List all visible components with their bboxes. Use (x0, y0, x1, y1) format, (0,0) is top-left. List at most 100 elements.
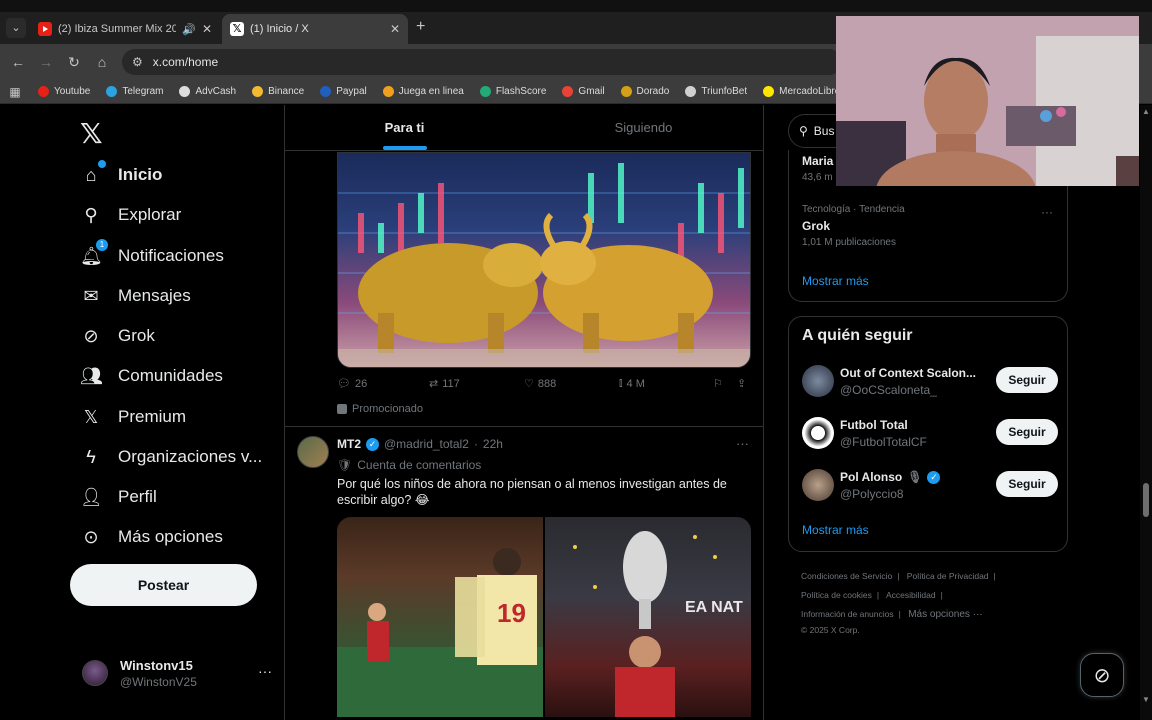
show-more-link[interactable]: Mostrar más (802, 523, 869, 537)
post-image-left[interactable]: 19 (337, 517, 543, 717)
tab-search-button[interactable]: ⌄ (6, 18, 26, 38)
scroll-up-icon[interactable]: ▲ (1142, 107, 1150, 116)
tab-for-you[interactable]: Para ti (285, 105, 524, 150)
more-dots-icon[interactable]: ··· (258, 663, 272, 679)
back-icon[interactable]: ← (4, 54, 32, 70)
close-tab-icon[interactable]: ✕ (202, 22, 212, 36)
more-circle-icon: ⊙ (83, 527, 99, 547)
browser-tab-youtube[interactable]: (2) Ibiza Summer Mix 2025 🔊 ✕ (30, 14, 220, 44)
close-tab-icon[interactable]: ✕ (390, 22, 400, 36)
tab-following[interactable]: Siguiendo (524, 105, 763, 150)
suggestion-handle: @Polyccio8 (840, 487, 904, 501)
trend-name[interactable]: Grok (802, 219, 830, 233)
nav-item-communities[interactable]: 👥︎ Comunidades (80, 356, 223, 396)
bookmark-label: TriunfoBet (701, 86, 748, 97)
right-sidebar: ⚲ Bus Maria 43,6 m Tecnología · Tendenci… (788, 105, 1068, 720)
address-bar[interactable]: ⚙ x.com/home (122, 49, 842, 75)
apps-grid-icon[interactable]: ▦ (0, 85, 30, 99)
bookmark-paypal[interactable]: Paypal (312, 86, 375, 97)
terms-link[interactable]: Condiciones de Servicio (801, 571, 892, 581)
home-icon[interactable]: ⌂ (88, 54, 116, 70)
reply-button[interactable]: 💬︎ 26 (337, 377, 367, 391)
new-tab-button[interactable]: + (416, 18, 425, 36)
promoted-label: Promocionado (337, 403, 423, 415)
avatar[interactable] (802, 469, 834, 501)
person-icon: 👤︎ (80, 487, 103, 507)
bookmark-label: Dorado (636, 86, 670, 97)
suggestion-name[interactable]: Futbol Total (840, 418, 908, 432)
show-more-link[interactable]: Mostrar más (802, 274, 869, 288)
accessibility-link[interactable]: Accesibilidad (886, 590, 936, 600)
scrollbar-thumb[interactable] (1143, 483, 1149, 517)
avatar[interactable] (802, 417, 834, 449)
more-options-link[interactable]: Más opciones ··· (908, 609, 982, 620)
forward-icon[interactable]: → (32, 54, 60, 70)
promoted-media-image[interactable] (337, 152, 751, 368)
follow-button[interactable]: Seguir (996, 471, 1058, 497)
suggestion-name[interactable]: Out of Context Scalon... (840, 366, 976, 380)
nav-item-grok[interactable]: ⊘ Grok (80, 316, 154, 356)
microphone-icon: 🎙︎ (907, 470, 923, 484)
account-switcher[interactable]: Winstonv15 @WinstonV25 ··· (82, 653, 272, 693)
trend-name[interactable]: Maria (802, 154, 833, 168)
bookmark-favicon-icon (179, 86, 191, 97)
suggestion-name[interactable]: Pol Alonso (840, 470, 902, 484)
reload-icon[interactable]: ↻ (60, 54, 88, 71)
avatar[interactable] (297, 436, 329, 468)
follow-suggestion[interactable]: Out of Context Scalon... @OoCScaloneta_ … (802, 361, 1058, 401)
follow-suggestion[interactable]: Futbol Total @FutbolTotalCF Seguir (802, 413, 1058, 453)
nav-item-profile[interactable]: 👤︎ Perfil (80, 477, 157, 517)
nav-item-messages[interactable]: ✉ Mensajes (80, 276, 190, 316)
scroll-down-icon[interactable]: ▼ (1142, 695, 1150, 704)
page-scrollbar[interactable]: ▲ ▼ (1140, 105, 1152, 720)
bookmark-juega-en-linea[interactable]: Juega en linea (375, 86, 472, 97)
bookmark-triunfobet[interactable]: TriunfoBet (677, 86, 755, 97)
nav-item-organizations[interactable]: ϟ Organizaciones v... (80, 437, 262, 477)
bear-bull-illustration (338, 163, 750, 367)
author-name[interactable]: MT2 (337, 437, 361, 451)
verified-badge-icon: ✓ (927, 470, 941, 484)
browser-tab-x[interactable]: 𝕏 (1) Inicio / X ✕ (222, 14, 408, 44)
privacy-link[interactable]: Política de Privacidad (907, 571, 989, 581)
nav-item-premium[interactable]: 𝕏 Premium (80, 397, 186, 437)
nav-item-more[interactable]: ⊙ Más opciones (80, 517, 222, 557)
like-button[interactable]: ♡ 888 (524, 377, 556, 391)
bookmark-flashscore[interactable]: FlashScore (472, 86, 555, 97)
more-dots-icon[interactable]: ··· (736, 436, 749, 451)
author-handle[interactable]: @madrid_total2 (384, 437, 469, 451)
more-dots-icon[interactable]: ··· (1041, 205, 1053, 219)
x-logo-icon[interactable]: 𝕏 (80, 117, 103, 150)
verified-badge-icon: ✓ (366, 437, 379, 451)
views-button[interactable]: ⫾ 4 M (619, 377, 645, 390)
follow-button[interactable]: Seguir (996, 419, 1058, 445)
ads-info-link[interactable]: Información de anuncios (801, 609, 894, 619)
post-button[interactable]: Postear (70, 564, 257, 606)
audio-playing-icon[interactable]: 🔊 (182, 23, 196, 36)
bookmark-dorado[interactable]: Dorado (613, 86, 678, 97)
nav-item-notifications[interactable]: 🔔︎ 1 Notificaciones (80, 236, 224, 276)
site-info-icon[interactable]: ⚙ (132, 55, 143, 69)
separator: | (897, 571, 900, 581)
repost-button[interactable]: ⇄ 117 (429, 377, 460, 391)
cookies-link[interactable]: Política de cookies (801, 590, 872, 600)
view-count: 4 M (626, 377, 645, 390)
bookmark-button[interactable]: ⚐ (713, 377, 723, 390)
bookmark-binance[interactable]: Binance (244, 86, 312, 97)
bookmark-youtube[interactable]: Youtube (30, 86, 98, 97)
post-time[interactable]: 22h (483, 437, 503, 451)
post-image-right[interactable]: EA NAT (545, 517, 751, 717)
follow-button[interactable]: Seguir (996, 367, 1058, 393)
bookmark-advcash[interactable]: AdvCash (171, 86, 244, 97)
share-button[interactable]: ⇪ (737, 377, 746, 390)
grok-floating-button[interactable]: ⊘ (1080, 653, 1124, 697)
post-media[interactable]: 19 EA NAT (337, 517, 751, 717)
nav-label: Premium (118, 407, 187, 426)
shield-icon: 🛡︎ (337, 458, 353, 472)
avatar[interactable] (802, 365, 834, 397)
bookmark-gmail[interactable]: Gmail (554, 86, 612, 97)
follow-suggestion[interactable]: Pol Alonso 🎙︎ ✓ @Polyccio8 Seguir (802, 465, 1058, 505)
nav-item-home[interactable]: ⌂ Inicio (80, 155, 162, 195)
bookmark-telegram[interactable]: Telegram (98, 86, 171, 97)
nav-item-explore[interactable]: ⚲ Explorar (80, 195, 181, 235)
bookmark-mercadolibre[interactable]: MercadoLibre (755, 86, 848, 97)
